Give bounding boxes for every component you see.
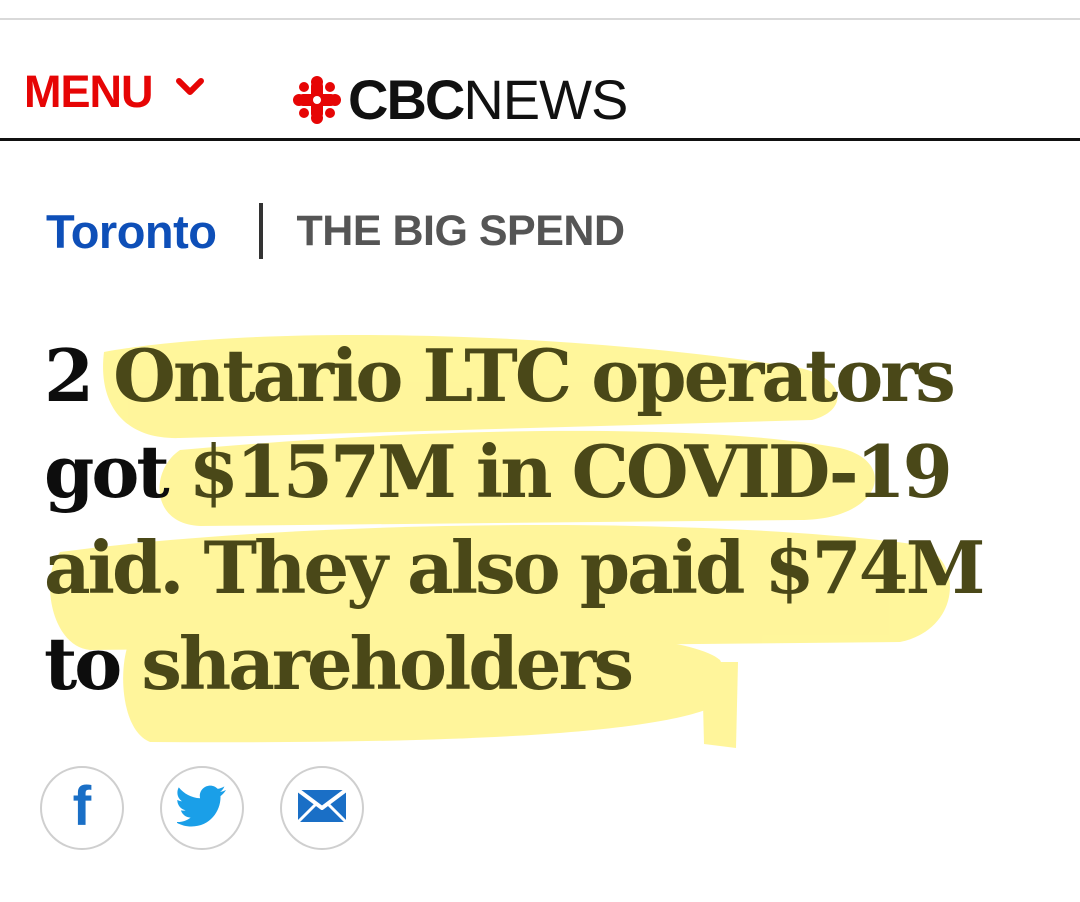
headline-text: to <box>44 621 142 706</box>
logo-brand-text: CBC <box>348 68 465 131</box>
twitter-icon <box>175 785 227 832</box>
headline-text: 2 <box>44 333 114 418</box>
headline-highlighted-text: aid. They also paid $74M <box>44 525 985 610</box>
menu-button[interactable]: MENU <box>24 66 205 116</box>
menu-label: MENU <box>24 65 153 117</box>
chevron-down-icon <box>175 77 205 102</box>
share-buttons: f <box>40 766 400 850</box>
headline-highlighted-text: $157M in COVID-19 <box>188 429 953 514</box>
header-divider <box>0 138 1080 141</box>
headline-highlighted-text: shareholders <box>141 621 634 706</box>
twitter-share-button[interactable] <box>160 766 244 850</box>
email-share-button[interactable] <box>280 766 364 850</box>
svg-text:f: f <box>73 781 92 831</box>
cbc-news-logo[interactable]: CBC NEWS <box>292 68 628 131</box>
breadcrumb: Toronto THE BIG SPEND <box>46 202 625 260</box>
logo-product-text: NEWS <box>463 68 628 131</box>
breadcrumb-separator <box>258 203 263 259</box>
article-headline: 2 Ontario LTC operators got $157M in COV… <box>44 328 1044 712</box>
cbc-gem-icon <box>292 75 342 125</box>
site-header: MENU CBC NEWS <box>0 20 1080 140</box>
facebook-share-button[interactable]: f <box>40 766 124 850</box>
headline-highlighted-text: Ontario LTC operators <box>113 333 956 418</box>
email-icon <box>296 787 348 829</box>
breadcrumb-region-link[interactable]: Toronto <box>46 204 217 259</box>
breadcrumb-series-link[interactable]: THE BIG SPEND <box>297 207 626 256</box>
facebook-icon: f <box>65 774 99 837</box>
headline-text: got <box>44 429 189 514</box>
